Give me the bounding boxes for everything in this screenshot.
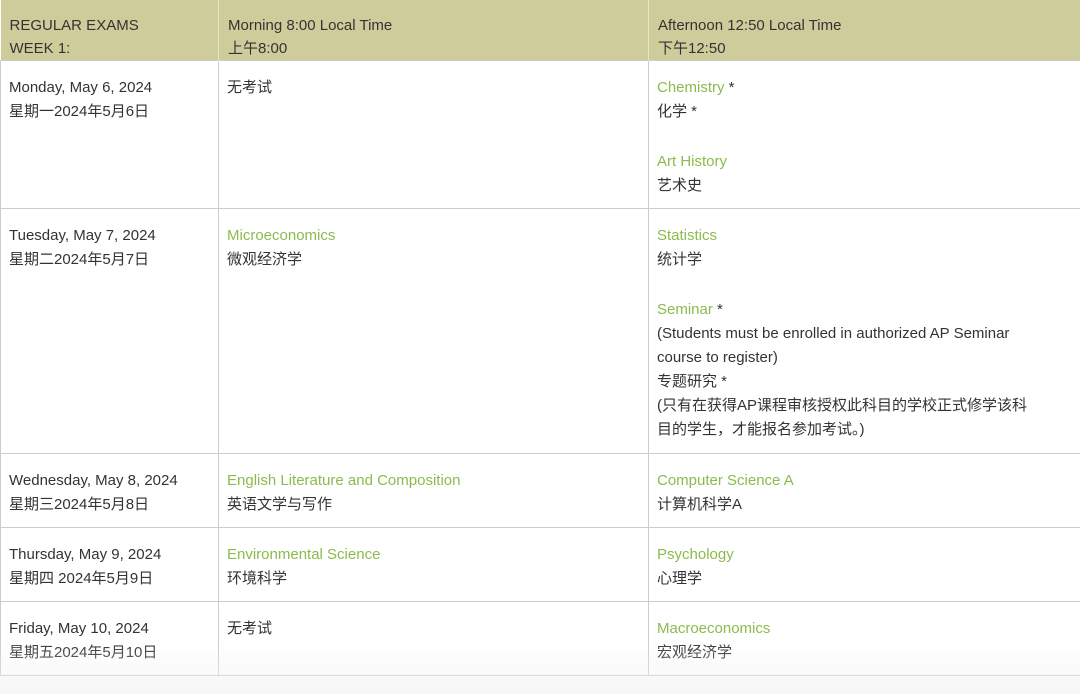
afternoon-cell: Psychology 心理学: [648, 527, 1080, 602]
date-zh: 星期四 2024年5月9日: [9, 570, 154, 587]
subject-link-art-history[interactable]: Art History: [657, 153, 727, 170]
morning-cell: Microeconomics 微观经济学: [218, 208, 649, 454]
subject-zh: 宏观经济学: [657, 644, 733, 661]
subject-link-chemistry[interactable]: Chemistry: [657, 79, 725, 96]
table-row-tuesday: Tuesday, May 7, 2024 星期二2024年5月7日 Microe…: [0, 208, 1080, 454]
header-afternoon-zh: 下午12:50: [658, 40, 726, 57]
date-zh: 星期一2024年5月6日: [9, 103, 150, 120]
exam-schedule-table: REGULAR EXAMS WEEK 1: Morning 8:00 Local…: [0, 0, 1080, 676]
header-morning: Morning 8:00 Local Time 上午8:00: [218, 0, 649, 61]
exam-entry-macroeconomics: Macroeconomics: [657, 617, 1072, 641]
subject-link-macroeconomics[interactable]: Macroeconomics: [657, 620, 770, 637]
exam-entry-statistics: Statistics: [657, 224, 1072, 248]
header-morning-zh: 上午8:00: [228, 40, 288, 57]
seminar-note-en-line2: course to register): [657, 349, 778, 366]
seminar-note-en-line1: (Students must be enrolled in authorized…: [657, 325, 1010, 342]
afternoon-cell: Chemistry * 化学 * Art History 艺术史: [648, 60, 1080, 209]
no-exam-text: 无考试: [227, 79, 273, 96]
date-cell: Monday, May 6, 2024 星期一2024年5月6日: [0, 60, 219, 209]
no-exam-text: 无考试: [227, 620, 273, 637]
morning-cell: 无考试: [218, 60, 649, 209]
morning-cell: 无考试: [218, 601, 649, 676]
subject-link-microeconomics[interactable]: Microeconomics: [227, 227, 335, 244]
header-exam-week-line1: REGULAR EXAMS: [9, 17, 139, 34]
exam-entry-psychology: Psychology: [657, 543, 1072, 567]
date-cell: Wednesday, May 8, 2024 星期三2024年5月8日: [0, 453, 219, 528]
table-row-thursday: Thursday, May 9, 2024 星期四 2024年5月9日 Envi…: [0, 527, 1080, 602]
subject-zh: 化学 *: [657, 103, 698, 120]
table-row-wednesday: Wednesday, May 8, 2024 星期三2024年5月8日 Engl…: [0, 453, 1080, 528]
asterisk: *: [712, 301, 723, 318]
table-header: REGULAR EXAMS WEEK 1: Morning 8:00 Local…: [0, 0, 1080, 61]
date-zh: 星期二2024年5月7日: [9, 251, 150, 268]
subject-zh: 英语文学与写作: [227, 496, 333, 513]
exam-entry-english-literature: English Literature and Composition: [227, 469, 639, 493]
date-zh: 星期五2024年5月10日: [9, 644, 158, 661]
table-body: Monday, May 6, 2024 星期一2024年5月6日 无考试 Che…: [0, 60, 1080, 676]
afternoon-cell: Statistics 统计学 Seminar * (Students must …: [648, 208, 1080, 454]
seminar-note-zh-line1: (只有在获得AP课程审核授权此科目的学校正式修学该科: [657, 397, 1028, 414]
header-afternoon: Afternoon 12:50 Local Time 下午12:50: [648, 0, 1080, 61]
date-zh: 星期三2024年5月8日: [9, 496, 150, 513]
morning-cell: English Literature and Composition 英语文学与…: [218, 453, 649, 528]
date-en: Monday, May 6, 2024: [9, 79, 153, 96]
exam-entry-microeconomics: Microeconomics: [227, 224, 639, 248]
afternoon-cell: Computer Science A 计算机科学A: [648, 453, 1080, 528]
table-row-monday: Monday, May 6, 2024 星期一2024年5月6日 无考试 Che…: [0, 60, 1080, 209]
table-row-friday: Friday, May 10, 2024 星期五2024年5月10日 无考试 M…: [0, 601, 1080, 676]
header-row: REGULAR EXAMS WEEK 1: Morning 8:00 Local…: [0, 0, 1080, 61]
seminar-note-zh-line2: 目的学生，才能报名参加考试。): [657, 421, 865, 438]
exam-entry-chemistry: Chemistry *: [657, 76, 1072, 100]
header-morning-en: Morning 8:00 Local Time: [228, 17, 393, 34]
date-en: Thursday, May 9, 2024: [9, 546, 162, 563]
subject-link-seminar[interactable]: Seminar: [657, 301, 713, 318]
subject-zh: 统计学: [657, 251, 703, 268]
header-exam-week: REGULAR EXAMS WEEK 1:: [0, 0, 219, 61]
exam-entry-seminar: Seminar *: [657, 298, 1072, 322]
subject-link-environmental-science[interactable]: Environmental Science: [227, 546, 380, 563]
date-en: Friday, May 10, 2024: [9, 620, 149, 637]
date-cell: Thursday, May 9, 2024 星期四 2024年5月9日: [0, 527, 219, 602]
asterisk: *: [724, 79, 735, 96]
exam-entry-art-history: Art History: [657, 150, 1072, 174]
morning-cell: Environmental Science 环境科学: [218, 527, 649, 602]
header-afternoon-en: Afternoon 12:50 Local Time: [658, 17, 842, 34]
subject-zh: 计算机科学A: [657, 496, 743, 513]
header-exam-week-line2: WEEK 1:: [9, 40, 71, 57]
subject-zh: 心理学: [657, 570, 703, 587]
subject-zh: 微观经济学: [227, 251, 303, 268]
subject-link-statistics[interactable]: Statistics: [657, 227, 717, 244]
date-cell: Friday, May 10, 2024 星期五2024年5月10日: [0, 601, 219, 676]
date-cell: Tuesday, May 7, 2024 星期二2024年5月7日: [0, 208, 219, 454]
subject-zh: 专题研究 *: [657, 373, 728, 390]
afternoon-cell: Macroeconomics 宏观经济学: [648, 601, 1080, 676]
subject-link-psychology[interactable]: Psychology: [657, 546, 734, 563]
subject-zh: 环境科学: [227, 570, 288, 587]
subject-link-computer-science-a[interactable]: Computer Science A: [657, 472, 794, 489]
date-en: Tuesday, May 7, 2024: [9, 227, 156, 244]
date-en: Wednesday, May 8, 2024: [9, 472, 178, 489]
exam-entry-environmental-science: Environmental Science: [227, 543, 639, 567]
subject-zh: 艺术史: [657, 177, 703, 194]
subject-link-english-literature[interactable]: English Literature and Composition: [227, 472, 460, 489]
exam-entry-computer-science-a: Computer Science A: [657, 469, 1072, 493]
